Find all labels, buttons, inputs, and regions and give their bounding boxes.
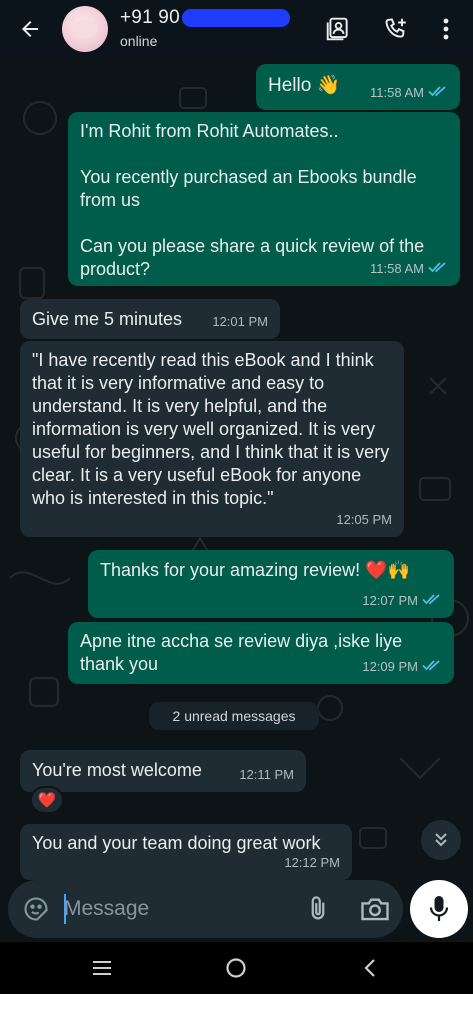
contact-status: online — [120, 33, 158, 49]
mic-icon — [429, 896, 449, 921]
message-bubble-outgoing[interactable]: Apne itne accha se review diya ,iske liy… — [68, 622, 454, 684]
message-bubble-incoming[interactable]: Give me 5 minutes 12:01 PM — [20, 299, 280, 339]
message-bubble-incoming[interactable]: "I have recently read this eBook and I t… — [20, 341, 404, 537]
message-bubble-outgoing[interactable]: I'm Rohit from Rohit Automates.. You rec… — [68, 112, 460, 286]
heart-reaction[interactable]: ❤️ — [30, 786, 64, 814]
add-call-icon[interactable] — [381, 14, 411, 44]
heart-icon: ❤️ — [37, 792, 57, 809]
more-vertical-icon[interactable] — [431, 14, 461, 44]
message-meta: 12:12 PM — [284, 851, 340, 874]
message-time: 12:11 PM — [239, 767, 294, 782]
recent-apps-icon[interactable] — [88, 954, 116, 982]
read-double-check-icon — [428, 81, 448, 104]
message-bubble-incoming[interactable]: You and your team doing great work 12:12… — [20, 824, 352, 880]
message-meta: 12:07 PM — [362, 589, 442, 612]
message-bubble-outgoing[interactable]: Hello 👋 11:58 AM — [256, 64, 460, 110]
message-time: 12:05 PM — [336, 512, 392, 527]
message-meta: 11:58 AM — [370, 257, 448, 280]
text-caret — [64, 894, 66, 924]
home-icon[interactable] — [222, 954, 250, 982]
message-text: Thanks for your amazing review! ❤️🙌 — [100, 560, 410, 580]
contact-name: +91 90 — [120, 7, 180, 28]
message-meta: 12:11 PM — [239, 763, 294, 786]
message-text: Hello 👋 — [268, 75, 341, 96]
camera-icon[interactable] — [360, 895, 390, 923]
double-chevron-down-icon — [435, 833, 447, 847]
unread-messages-divider: 2 unread messages — [149, 702, 319, 730]
arrow-left-icon[interactable] — [14, 13, 46, 45]
avatar[interactable] — [62, 6, 108, 52]
message-time: 11:58 AM — [370, 85, 424, 100]
message-bubble-outgoing[interactable]: Thanks for your amazing review! ❤️🙌 12:0… — [88, 550, 454, 618]
read-double-check-icon — [422, 655, 442, 678]
chat-area[interactable]: Hello 👋 11:58 AM I'm Rohit from Rohit Au… — [0, 58, 473, 942]
message-meta: 12:05 PM — [336, 508, 392, 531]
redaction-mark — [181, 9, 290, 27]
message-bubble-incoming[interactable]: You're most welcome 12:11 PM — [20, 750, 306, 792]
message-meta: 11:58 AM — [370, 81, 448, 104]
message-text: Give me 5 minutes — [32, 309, 183, 329]
message-input[interactable] — [64, 894, 284, 924]
system-navigation-bar — [0, 942, 473, 994]
message-time: 12:09 PM — [362, 659, 418, 674]
message-text: You're most welcome — [32, 760, 202, 780]
message-time: 12:12 PM — [284, 855, 340, 870]
message-time: 11:58 AM — [370, 261, 424, 276]
message-meta: 12:09 PM — [362, 655, 442, 678]
message-time: 12:07 PM — [362, 593, 418, 608]
chat-header: +91 90 online — [0, 0, 473, 58]
paperclip-icon[interactable] — [304, 895, 332, 923]
contact-name-row[interactable]: +91 90 — [120, 6, 290, 30]
back-nav-icon[interactable] — [356, 954, 384, 982]
read-double-check-icon — [428, 257, 448, 280]
message-text: "I have recently read this eBook and I t… — [32, 350, 395, 508]
contact-card-icon[interactable] — [323, 14, 353, 44]
mic-button[interactable] — [410, 880, 468, 938]
message-composer — [8, 880, 403, 938]
message-text: You and your team doing great work — [32, 833, 321, 853]
message-meta: 12:01 PM — [212, 310, 268, 333]
sticker-icon[interactable] — [22, 895, 50, 923]
read-double-check-icon — [422, 589, 442, 612]
scroll-to-bottom-button[interactable] — [421, 820, 461, 860]
message-time: 12:01 PM — [212, 314, 268, 329]
